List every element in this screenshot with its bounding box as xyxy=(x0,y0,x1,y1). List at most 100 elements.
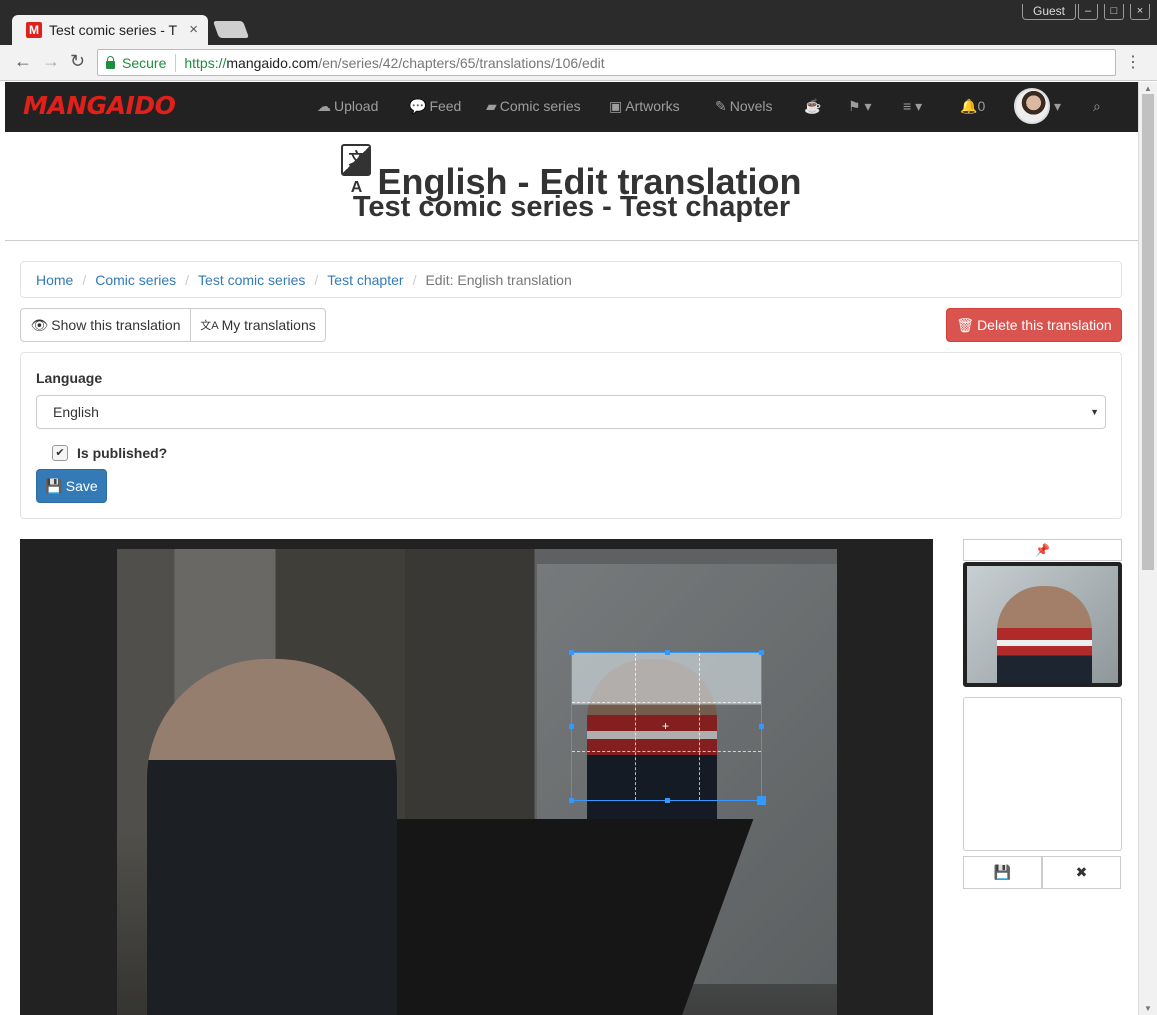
menu-dropdown[interactable]: ≡ ▾ xyxy=(903,98,922,115)
flag-icon: ⚑ xyxy=(848,98,861,114)
page-scrollbar[interactable]: ▲ ▼ xyxy=(1138,82,1157,1015)
eye-icon: 👁 xyxy=(30,316,49,333)
tea-icon[interactable]: ☕ xyxy=(804,98,821,115)
url-path: /en/series/42/chapters/65/translations/1… xyxy=(318,54,605,71)
crop-handle[interactable] xyxy=(569,724,574,729)
published-checkbox[interactable]: ✔ xyxy=(52,445,68,461)
scroll-up-icon[interactable]: ▲ xyxy=(1144,84,1152,93)
top-navbar: MANGAIDO ☁ Upload 💬 Feed ▰ Comic series ▣ Ar… xyxy=(5,82,1138,132)
close-tab-icon[interactable]: × xyxy=(189,21,198,38)
nav-feed[interactable]: 💬 Feed xyxy=(409,98,461,115)
nav-comic-series-label: Comic series xyxy=(499,98,581,114)
chapter-page-image[interactable]: + xyxy=(117,549,837,1015)
crop-handle[interactable] xyxy=(665,798,670,803)
language-label: Language xyxy=(36,370,103,386)
pin-button[interactable]: 📌 xyxy=(963,539,1122,561)
browser-tab[interactable]: M Test comic series - T × xyxy=(12,15,208,45)
secure-label: Secure xyxy=(122,54,167,71)
crop-handle[interactable] xyxy=(569,650,574,655)
scroll-down-icon[interactable]: ▼ xyxy=(1144,1004,1152,1013)
nav-comic-series[interactable]: ▰ Comic series xyxy=(486,98,581,115)
breadcrumb-separator: / xyxy=(314,271,319,288)
pin-icon: 📌 xyxy=(1035,543,1050,557)
maximize-icon[interactable]: □ xyxy=(1104,4,1124,20)
crop-resize-handle[interactable] xyxy=(757,796,766,805)
url-input[interactable]: Secure https://mangaido.com/en/series/42… xyxy=(97,49,1116,76)
caret-down-icon: ▾ xyxy=(915,98,923,114)
delete-translation-label: Delete this translation xyxy=(977,317,1112,333)
search-icon[interactable]: ⌕ xyxy=(1093,98,1101,115)
menu-kebab-icon[interactable]: ⋮ xyxy=(1125,52,1141,72)
reload-icon[interactable]: ↻ xyxy=(70,51,85,72)
new-tab-button[interactable] xyxy=(212,21,250,38)
page: MANGAIDO ☁ Upload 💬 Feed ▰ Comic series ▣ Ar… xyxy=(5,82,1138,1015)
nav-artworks-label: Artworks xyxy=(625,98,680,114)
forward-arrow-icon[interactable]: → xyxy=(42,51,60,72)
breadcrumb-current: Edit: English translation xyxy=(425,271,572,288)
delete-translation-button[interactable]: 🗑 Delete this translation xyxy=(946,308,1122,342)
my-translations-button[interactable]: 文A My translations xyxy=(190,308,326,342)
back-arrow-icon[interactable]: ← xyxy=(14,51,32,72)
cloud-upload-icon: ☁ xyxy=(317,98,331,114)
browser-tab-strip: M Test comic series - T × Guest – □ × xyxy=(0,0,1157,45)
nav-feed-label: Feed xyxy=(429,98,462,114)
breadcrumb-separator: / xyxy=(82,271,87,288)
translate-icon: 文A xyxy=(341,144,372,196)
show-translation-button[interactable]: 👁 Show this translation xyxy=(20,308,191,342)
floppy-disk-icon: 💾 xyxy=(45,477,63,494)
crop-handle[interactable] xyxy=(759,650,764,655)
flag-dropdown[interactable]: ⚑ ▾ xyxy=(848,98,871,115)
translation-textarea[interactable] xyxy=(963,697,1122,851)
close-window-icon[interactable]: × xyxy=(1130,4,1150,20)
nav-novels-label: Novels xyxy=(729,98,773,114)
close-bubble-button[interactable]: ✖ xyxy=(1042,856,1121,889)
lock-icon xyxy=(106,55,115,69)
url-host: mangaido.com xyxy=(226,54,319,71)
floppy-disk-icon: 💾 xyxy=(993,864,1012,880)
crop-guide-line xyxy=(572,751,761,752)
nav-upload[interactable]: ☁ Upload xyxy=(317,98,378,115)
address-bar: ← → ↻ Secure https://mangaido.com/en/ser… xyxy=(0,45,1157,81)
show-translation-label: Show this translation xyxy=(51,317,181,333)
save-bubble-button[interactable]: 💾 xyxy=(963,856,1042,889)
minimize-icon[interactable]: – xyxy=(1078,4,1098,20)
language-select-value: English xyxy=(53,404,99,420)
image-editor: + xyxy=(20,539,933,1015)
nav-novels[interactable]: ✎ Novels xyxy=(715,98,773,115)
breadcrumb-separator: / xyxy=(412,271,417,288)
notification-count: 0 xyxy=(977,98,986,114)
crop-handle[interactable] xyxy=(569,798,574,803)
breadcrumb-home[interactable]: Home xyxy=(36,272,73,288)
translation-form: Language English ▼ ✔ Is published? 💾 Save xyxy=(20,352,1122,519)
breadcrumb-chapter[interactable]: Test chapter xyxy=(327,272,403,288)
breadcrumb-separator: / xyxy=(185,271,190,288)
published-label: Is published? xyxy=(77,445,168,461)
mangaido-favicon-icon: M xyxy=(26,22,42,38)
comments-icon: 💬 xyxy=(409,98,427,114)
picture-icon: ▣ xyxy=(609,98,623,114)
crop-selection-box[interactable]: + xyxy=(569,650,766,805)
crop-handle[interactable] xyxy=(759,724,764,729)
crop-guide-line xyxy=(572,702,761,703)
bell-icon: 🔔 xyxy=(960,98,978,114)
caret-down-icon[interactable]: ▾ xyxy=(1054,98,1061,115)
tab-title: Test comic series - T xyxy=(49,22,178,38)
chevron-down-icon: ▼ xyxy=(1090,407,1099,417)
notifications[interactable]: 🔔0 xyxy=(960,98,985,115)
save-button[interactable]: 💾 Save xyxy=(36,469,107,503)
guest-profile-button[interactable]: Guest xyxy=(1022,4,1077,20)
nav-artworks[interactable]: ▣ Artworks xyxy=(609,98,680,115)
translate-icon: 文A xyxy=(200,320,219,332)
url-divider xyxy=(175,53,177,72)
caret-down-icon: ▾ xyxy=(864,98,872,114)
breadcrumb-comic-series[interactable]: Comic series xyxy=(95,272,176,288)
brand-logo[interactable]: MANGAIDO xyxy=(23,91,176,120)
language-select[interactable]: English ▼ xyxy=(36,395,1106,429)
breadcrumb-series[interactable]: Test comic series xyxy=(198,272,305,288)
crop-preview-thumbnail xyxy=(963,562,1122,687)
scrollbar-thumb[interactable] xyxy=(1142,94,1154,570)
crop-guide-line xyxy=(699,653,700,800)
edit-icon: ✎ xyxy=(715,98,727,114)
avatar[interactable] xyxy=(1014,88,1050,124)
crop-handle[interactable] xyxy=(665,650,670,655)
